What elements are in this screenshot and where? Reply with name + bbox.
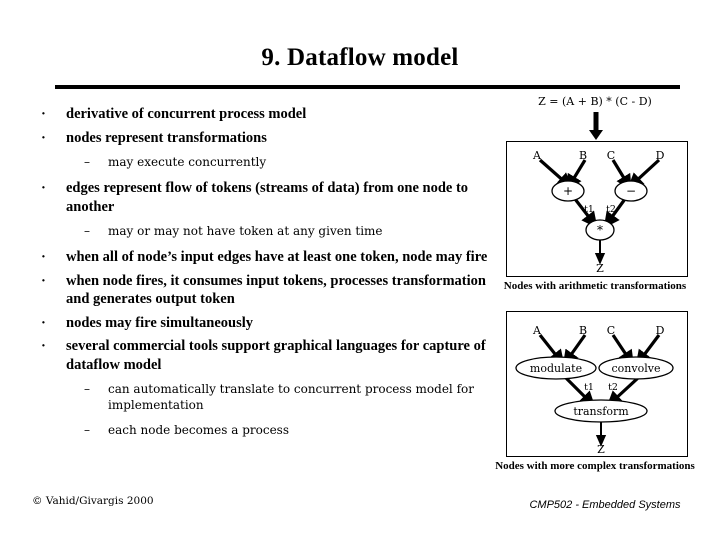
slide-canvas: 9. Dataflow model · derivative of concur… [0, 0, 720, 540]
graph2-output-z: Z [597, 443, 605, 456]
graph2-edge-t1: t1 [584, 382, 594, 393]
complex-graph-caption: Nodes with more complex transformations [495, 460, 695, 472]
graph2-input-d: D [656, 324, 665, 337]
graph2-node-transform: transform [573, 405, 629, 418]
graph2-input-a: A [532, 324, 542, 337]
graph2-edge-t2: t2 [608, 382, 618, 393]
complex-dataflow-graph: A B C D modulate convolve transform t1 t… [0, 0, 720, 540]
graph2-node-convolve: convolve [612, 362, 661, 375]
graph2-input-b: B [579, 324, 587, 337]
graph2-node-modulate: modulate [530, 362, 582, 375]
course-footer: CMP502 - Embedded Systems [529, 499, 681, 511]
copyright-footer: © Vahid/Givargis 2000 [32, 495, 154, 507]
graph2-input-c: C [607, 324, 615, 337]
